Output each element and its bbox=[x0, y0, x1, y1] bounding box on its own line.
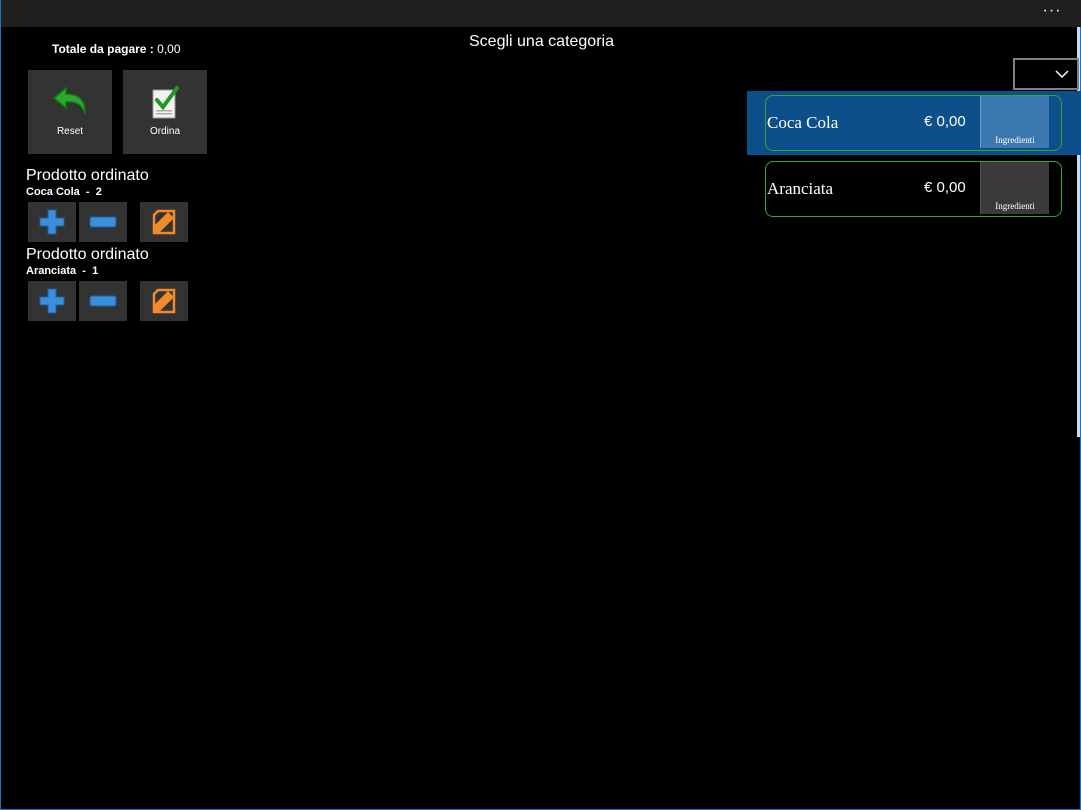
title-bar: ··· bbox=[1, 0, 1081, 27]
ordered-product-detail: Coca Cola - 2 bbox=[26, 185, 149, 199]
product-name: Aranciata bbox=[767, 179, 834, 198]
ingredients-label: Ingredienti bbox=[995, 135, 1035, 145]
ordina-label: Ordina bbox=[149, 126, 180, 137]
app-window: ··· Totale da pagare : 0,00 Scegli una c… bbox=[0, 0, 1081, 810]
product-price: € 0,00 bbox=[924, 113, 966, 130]
product-price: € 0,00 bbox=[924, 179, 966, 196]
checklist-icon bbox=[152, 86, 179, 119]
ordered-product-qty: 2 bbox=[95, 186, 102, 198]
decrease-quantity-button[interactable] bbox=[79, 202, 127, 242]
ordered-product-name: Coca Cola bbox=[26, 186, 80, 198]
decrease-quantity-button[interactable] bbox=[79, 281, 127, 321]
edit-note-button[interactable] bbox=[140, 281, 188, 321]
page-title: Scegli una categoria bbox=[469, 33, 614, 50]
ordered-product-sep: - bbox=[85, 186, 90, 198]
ordered-product-qty: 1 bbox=[92, 265, 99, 277]
product-item-coca-cola[interactable]: Coca Cola € 0,00 Ingredienti bbox=[765, 95, 1062, 151]
undo-arrow-icon bbox=[52, 86, 86, 115]
ingredients-button[interactable]: Ingredienti bbox=[980, 162, 1049, 214]
edit-note-button[interactable] bbox=[140, 202, 188, 242]
more-options-button[interactable]: ··· bbox=[1040, 3, 1064, 22]
ordered-product-title: Prodotto ordinato bbox=[26, 167, 149, 184]
minus-icon bbox=[89, 216, 117, 228]
ordered-product-sep: - bbox=[82, 265, 86, 277]
ingredients-label: Ingredienti bbox=[995, 201, 1035, 211]
category-select[interactable] bbox=[1013, 58, 1079, 90]
edit-note-icon bbox=[152, 209, 176, 235]
ordered-product-detail: Aranciata - 1 bbox=[26, 264, 149, 278]
ordered-product: Prodotto ordinato Aranciata - 1 bbox=[26, 246, 149, 278]
reset-button[interactable]: Reset bbox=[28, 70, 112, 154]
increase-quantity-button[interactable] bbox=[28, 202, 76, 242]
edit-note-icon bbox=[152, 288, 176, 314]
plus-icon bbox=[39, 288, 65, 314]
chevron-down-icon bbox=[1055, 70, 1069, 79]
product-item-aranciata[interactable]: Aranciata € 0,00 Ingredienti bbox=[765, 161, 1062, 217]
ordered-product-title: Prodotto ordinato bbox=[26, 246, 149, 263]
plus-icon bbox=[39, 209, 65, 235]
ordered-product-name: Aranciata bbox=[26, 265, 77, 277]
ingredients-button[interactable]: Ingredienti bbox=[980, 96, 1049, 148]
minus-icon bbox=[89, 295, 117, 307]
product-name: Coca Cola bbox=[767, 113, 839, 132]
ordina-button[interactable]: Ordina bbox=[123, 70, 207, 154]
reset-label: Reset bbox=[56, 126, 84, 137]
ordered-product: Prodotto ordinato Coca Cola - 2 bbox=[26, 167, 149, 199]
increase-quantity-button[interactable] bbox=[28, 281, 76, 321]
